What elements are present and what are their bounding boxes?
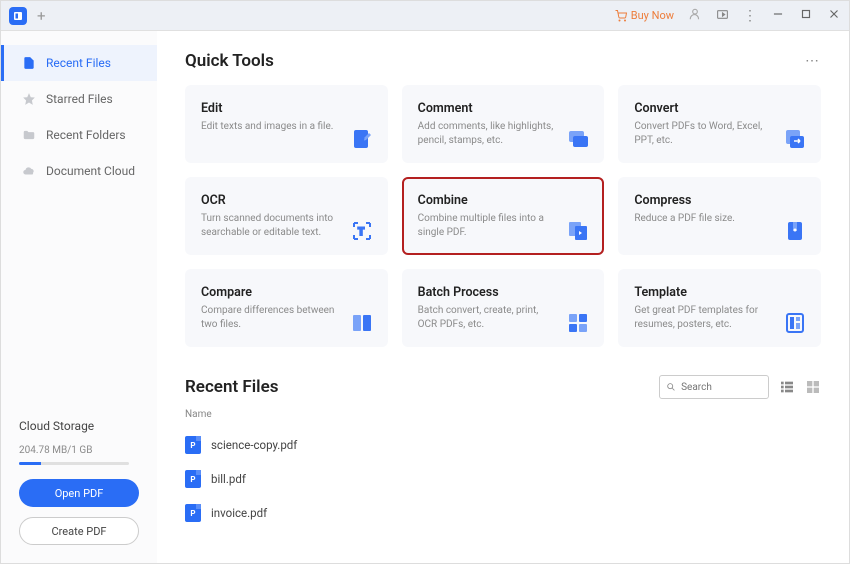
folder-icon (22, 128, 36, 142)
card-comment[interactable]: Comment Add comments, like highlights, p… (402, 85, 605, 163)
pdf-file-icon: P (185, 436, 201, 454)
kebab-menu-icon[interactable]: ⋮ (743, 8, 757, 24)
card-title: Compare (201, 285, 372, 300)
app-logo-icon (9, 7, 27, 25)
card-desc: Convert PDFs to Word, Excel, PPT, etc. (634, 120, 774, 148)
comment-icon (566, 127, 590, 151)
sidebar-item-label: Recent Files (46, 56, 111, 70)
compress-icon (783, 219, 807, 243)
search-box[interactable] (659, 375, 769, 399)
file-row[interactable]: P science-copy.pdf (185, 428, 821, 462)
file-row[interactable]: P bill.pdf (185, 462, 821, 496)
card-desc: Combine multiple files into a single PDF… (418, 212, 558, 240)
new-tab-button[interactable]: + (37, 7, 46, 25)
card-desc: Reduce a PDF file size. (634, 212, 774, 226)
buy-now-link[interactable]: Buy Now (615, 9, 674, 22)
batch-icon (566, 311, 590, 335)
card-ocr[interactable]: OCR Turn scanned documents into searchab… (185, 177, 388, 255)
card-template[interactable]: Template Get great PDF templates for res… (618, 269, 821, 347)
card-desc: Get great PDF templates for resumes, pos… (634, 304, 774, 332)
file-name: invoice.pdf (211, 506, 267, 520)
card-title: Edit (201, 101, 372, 116)
card-title: Batch Process (418, 285, 589, 300)
convert-icon (783, 127, 807, 151)
buy-now-label: Buy Now (631, 9, 674, 22)
file-name: bill.pdf (211, 472, 246, 486)
template-icon (783, 311, 807, 335)
storage-usage-text: 204.78 MB/1 GB (19, 445, 139, 456)
file-icon (22, 56, 36, 70)
more-menu-icon[interactable]: ⋯ (805, 53, 821, 69)
user-icon[interactable] (688, 7, 702, 24)
card-title: Convert (634, 101, 805, 116)
star-icon (22, 92, 36, 106)
file-row[interactable]: P invoice.pdf (185, 496, 821, 530)
recent-files-title: Recent Files (185, 377, 278, 397)
app-window: + Buy Now ⋮ Recent Files (0, 0, 850, 564)
sidebar: Recent Files Starred Files Recent Folder… (1, 31, 157, 563)
card-title: Combine (418, 193, 589, 208)
create-pdf-button[interactable]: Create PDF (19, 517, 139, 545)
search-icon (666, 381, 676, 393)
card-desc: Turn scanned documents into searchable o… (201, 212, 341, 240)
card-title: Compress (634, 193, 805, 208)
sidebar-item-label: Starred Files (46, 92, 113, 106)
open-pdf-button[interactable]: Open PDF (19, 479, 139, 507)
quick-tools-title: Quick Tools (185, 51, 274, 71)
card-batch-process[interactable]: Batch Process Batch convert, create, pri… (402, 269, 605, 347)
sidebar-item-label: Document Cloud (46, 164, 135, 178)
sidebar-item-starred-files[interactable]: Starred Files (1, 81, 157, 117)
card-desc: Add comments, like highlights, pencil, s… (418, 120, 558, 148)
card-combine[interactable]: Combine Combine multiple files into a si… (402, 177, 605, 255)
combine-icon (566, 219, 590, 243)
sidebar-item-label: Recent Folders (46, 128, 126, 142)
cloud-icon (22, 164, 36, 178)
titlebar: + Buy Now ⋮ (1, 1, 849, 31)
search-input[interactable] (681, 382, 762, 393)
pdf-file-icon: P (185, 504, 201, 522)
pdf-file-icon: P (185, 470, 201, 488)
minimize-button[interactable] (771, 6, 785, 25)
ocr-icon: T (350, 219, 374, 243)
share-icon[interactable] (716, 8, 729, 24)
close-button[interactable] (827, 6, 841, 25)
quick-tools-grid: Edit Edit texts and images in a file. Co… (185, 85, 821, 347)
card-title: Comment (418, 101, 589, 116)
list-view-icon[interactable] (779, 379, 795, 395)
sidebar-item-recent-folders[interactable]: Recent Folders (1, 117, 157, 153)
column-header-name: Name (185, 409, 821, 420)
sidebar-item-recent-files[interactable]: Recent Files (1, 45, 157, 81)
main-content: Quick Tools ⋯ Edit Edit texts and images… (157, 31, 849, 563)
card-title: Template (634, 285, 805, 300)
file-name: science-copy.pdf (211, 438, 297, 452)
compare-icon (350, 311, 374, 335)
cloud-storage-panel: Cloud Storage 204.78 MB/1 GB (1, 405, 157, 479)
card-convert[interactable]: Convert Convert PDFs to Word, Excel, PPT… (618, 85, 821, 163)
card-desc: Batch convert, create, print, OCR PDFs, … (418, 304, 558, 332)
card-edit[interactable]: Edit Edit texts and images in a file. (185, 85, 388, 163)
sidebar-item-document-cloud[interactable]: Document Cloud (1, 153, 157, 189)
storage-progress-bar (19, 462, 129, 465)
edit-icon (350, 127, 374, 151)
storage-title: Cloud Storage (19, 419, 139, 433)
card-compress[interactable]: Compress Reduce a PDF file size. (618, 177, 821, 255)
card-title: OCR (201, 193, 372, 208)
grid-view-icon[interactable] (805, 379, 821, 395)
card-desc: Edit texts and images in a file. (201, 120, 341, 134)
svg-text:T: T (358, 227, 364, 238)
card-compare[interactable]: Compare Compare differences between two … (185, 269, 388, 347)
card-desc: Compare differences between two files. (201, 304, 341, 332)
maximize-button[interactable] (799, 6, 813, 25)
